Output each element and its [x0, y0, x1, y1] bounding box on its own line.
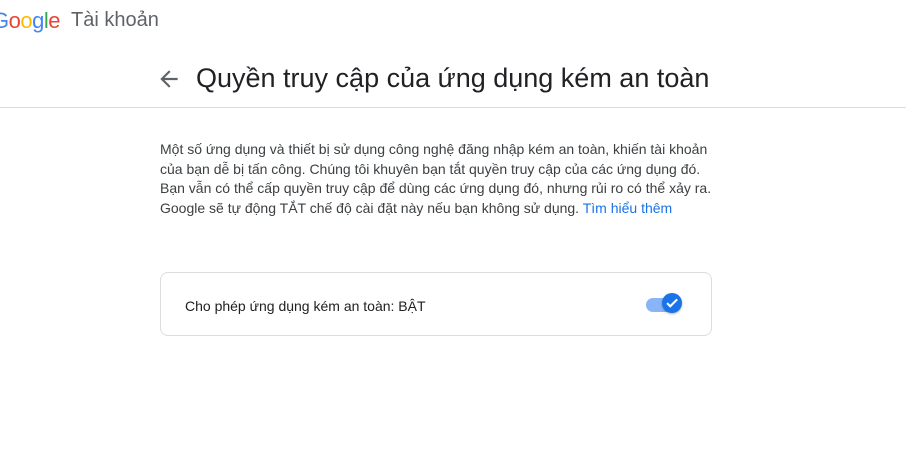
arrow-left-icon	[160, 70, 178, 88]
back-button[interactable]	[156, 66, 182, 92]
description: Một số ứng dụng và thiết bị sử dụng công…	[160, 140, 720, 218]
setting-card: Cho phép ứng dụng kém an toàn: BẬT	[160, 272, 712, 336]
page-header: Quyền truy cập của ứng dụng kém an toàn	[0, 52, 906, 108]
setting-label: Cho phép ứng dụng kém an toàn: BẬT	[185, 298, 426, 314]
logo-letter: o	[20, 8, 33, 33]
less-secure-apps-toggle[interactable]	[646, 293, 684, 313]
product-name: Tài khoản	[71, 9, 159, 31]
page-title: Quyền truy cập của ứng dụng kém an toàn	[196, 63, 710, 93]
logo-letter: e	[48, 8, 61, 33]
check-icon	[666, 298, 678, 308]
learn-more-link[interactable]: Tìm hiểu thêm	[583, 200, 672, 216]
logo-letter: o	[8, 8, 21, 33]
top-bar: Google Tài khoản	[0, 0, 906, 44]
google-logo[interactable]: Google	[0, 8, 61, 34]
logo-letter: g	[32, 8, 44, 33]
toggle-thumb	[662, 293, 682, 313]
logo-letter: G	[0, 8, 9, 33]
